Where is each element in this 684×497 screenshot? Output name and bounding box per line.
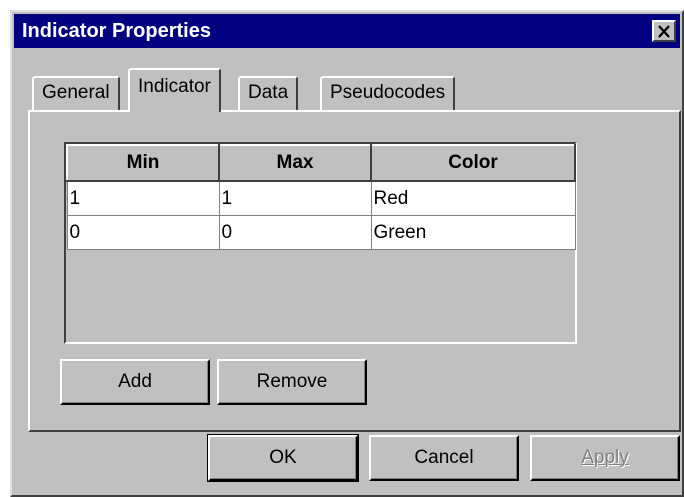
max-cell[interactable]: 0	[218, 215, 372, 250]
tab-indicator[interactable]: Indicator	[128, 68, 221, 112]
cancel-button-label: Cancel	[414, 447, 474, 468]
column-header-min[interactable]: Min	[66, 144, 220, 182]
table-row[interactable]: 0 0 Green	[66, 215, 576, 250]
table-row[interactable]: 1 1 Red	[66, 180, 576, 216]
range-color-table: Min Max Color 1 1 Red 0 0 Green	[66, 144, 576, 250]
apply-button[interactable]: Apply	[530, 435, 680, 481]
ok-button[interactable]: OK	[207, 434, 359, 482]
indicator-tab-panel: Min Max Color 1 1 Red 0 0 Green Add Remo…	[28, 110, 681, 432]
indicator-properties-dialog: Indicator Properties General Indicator D…	[10, 10, 684, 497]
tab-label: Indicator	[138, 76, 211, 97]
range-color-grid[interactable]: Min Max Color 1 1 Red 0 0 Green	[64, 142, 577, 344]
add-button[interactable]: Add	[60, 359, 210, 405]
window-title: Indicator Properties	[22, 20, 211, 42]
tab-label: General	[42, 82, 110, 103]
ok-button-label: OK	[269, 447, 297, 468]
max-cell[interactable]: 1	[218, 180, 372, 216]
color-cell[interactable]: Green	[370, 215, 576, 250]
tab-general[interactable]: General	[32, 76, 120, 110]
column-header-max[interactable]: Max	[218, 144, 372, 182]
close-icon	[658, 24, 670, 38]
close-button[interactable]	[652, 20, 676, 42]
cancel-button[interactable]: Cancel	[369, 435, 519, 481]
remove-button-label: Remove	[256, 371, 328, 392]
tab-pseudocodes[interactable]: Pseudocodes	[320, 76, 456, 110]
color-cell[interactable]: Red	[370, 180, 576, 216]
tab-label: Data	[248, 82, 289, 103]
column-header-color[interactable]: Color	[370, 144, 576, 182]
min-cell[interactable]: 0	[66, 215, 220, 250]
min-cell[interactable]: 1	[66, 180, 220, 216]
apply-button-label: Apply	[581, 447, 629, 468]
title-bar[interactable]: Indicator Properties	[14, 14, 680, 48]
header-row: Min Max Color	[66, 144, 576, 182]
remove-button[interactable]: Remove	[217, 359, 367, 405]
tab-label: Pseudocodes	[330, 82, 446, 103]
tab-data[interactable]: Data	[238, 76, 299, 110]
add-button-label: Add	[118, 371, 152, 392]
